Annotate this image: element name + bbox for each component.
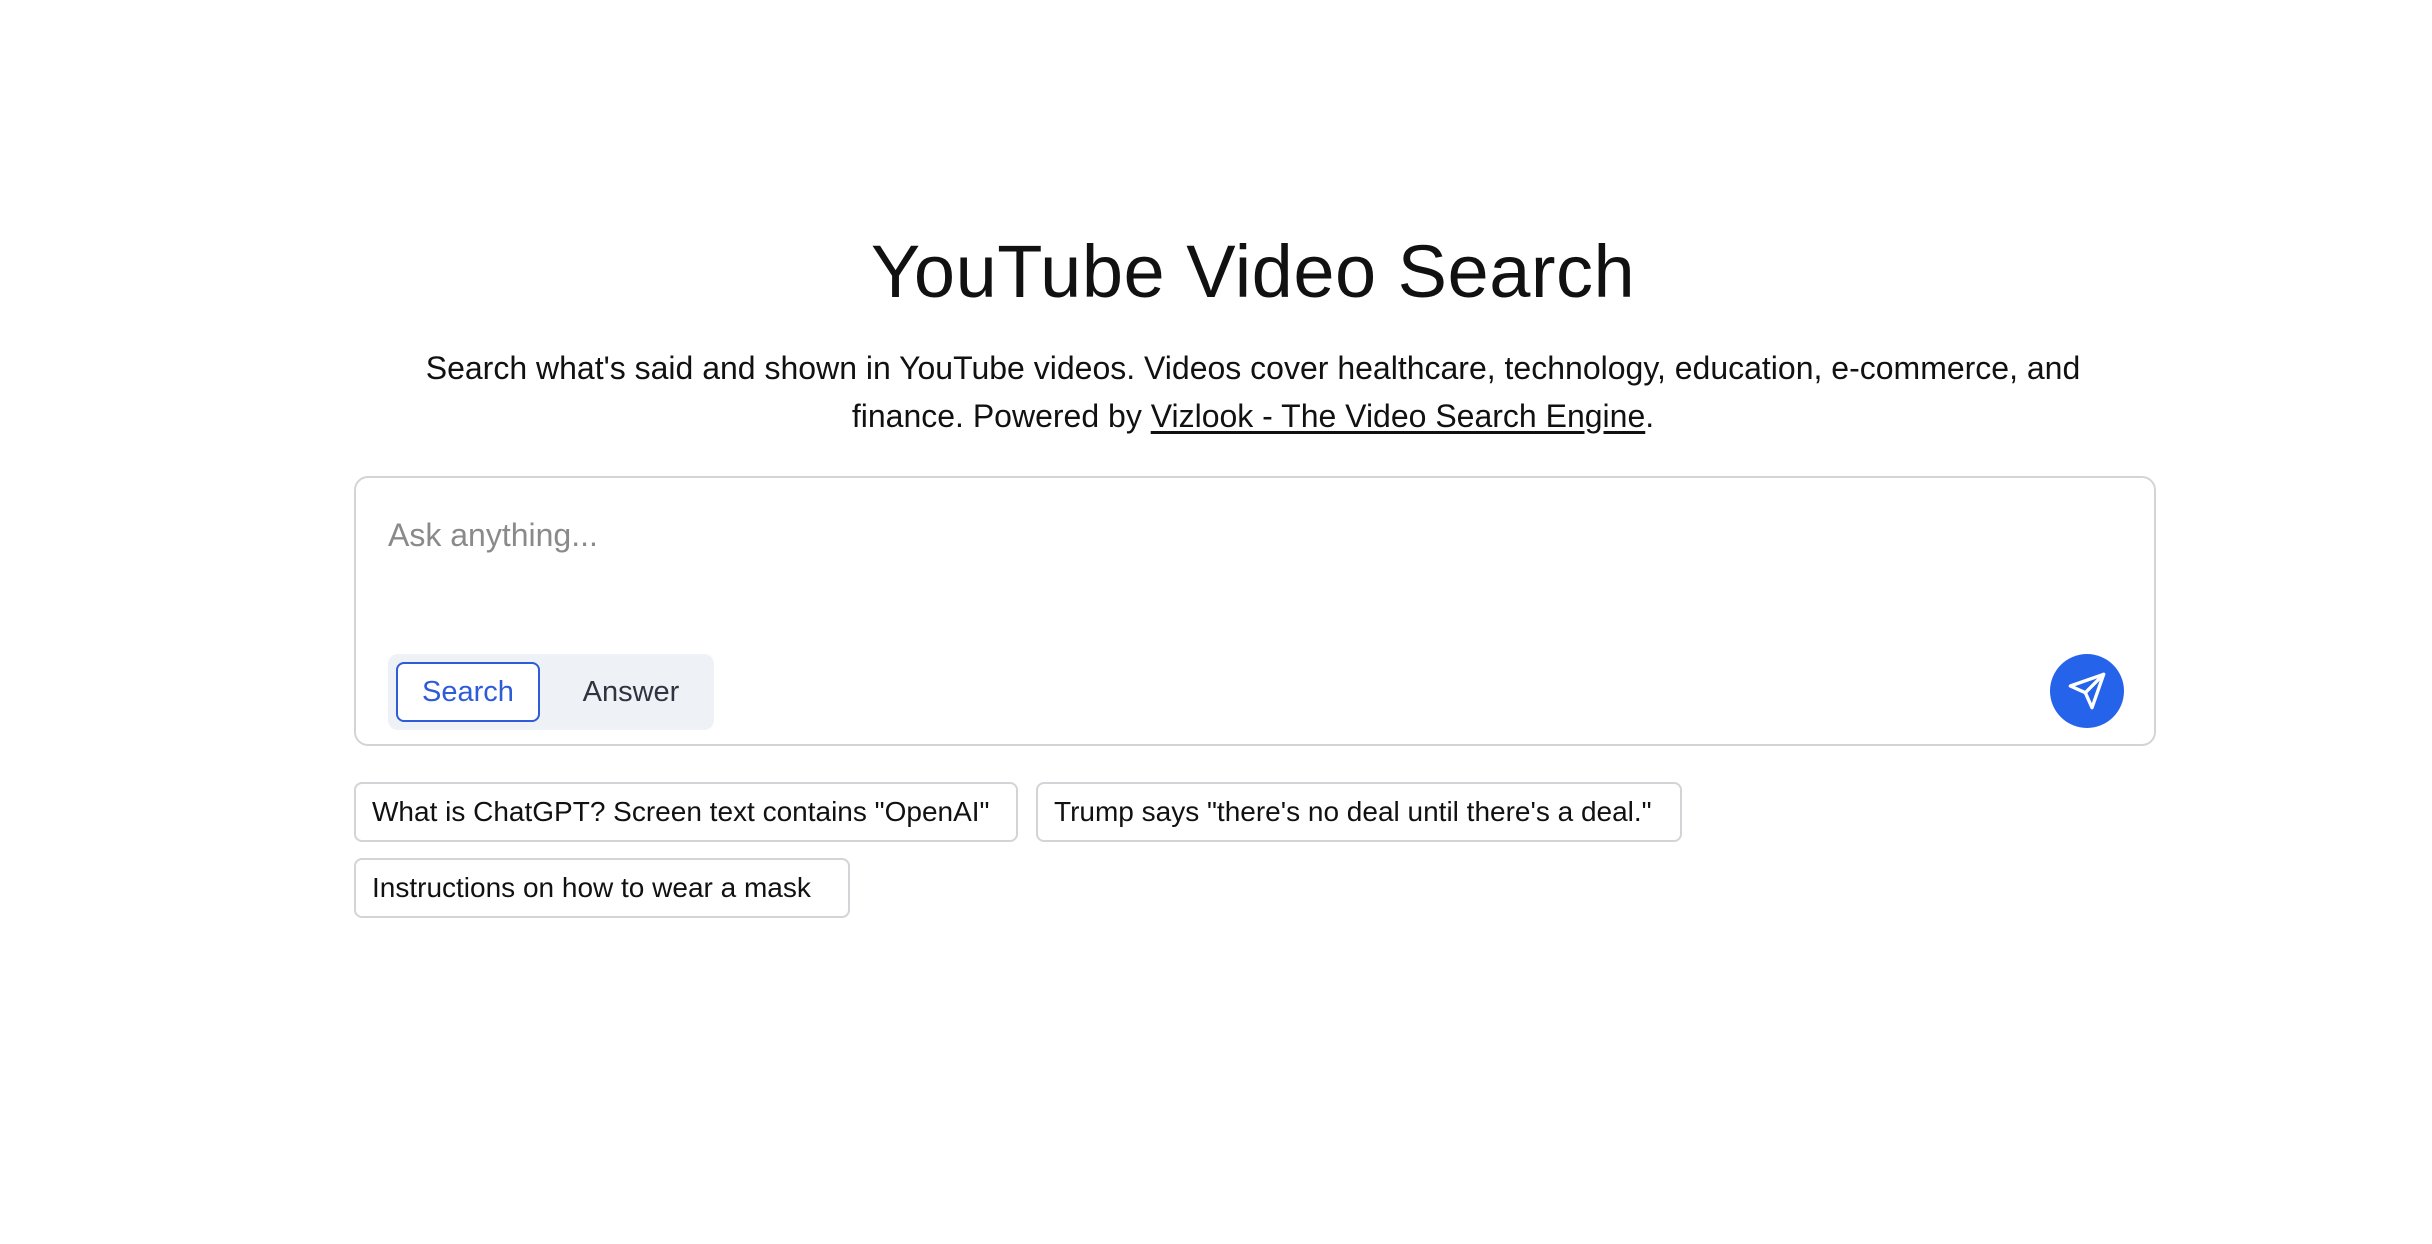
- vizlook-link[interactable]: Vizlook - The Video Search Engine: [1151, 398, 1646, 434]
- send-icon: [2068, 672, 2106, 710]
- page-subtitle: Search what's said and shown in YouTube …: [390, 344, 2116, 440]
- subtitle-end: .: [1645, 398, 1655, 434]
- query-input[interactable]: [386, 504, 2090, 566]
- search-box: Search Answer: [354, 476, 2156, 746]
- suggestion-chip-chatgpt[interactable]: What is ChatGPT? Screen text contains "O…: [354, 782, 1018, 842]
- page-title: YouTube Video Search: [870, 230, 1636, 313]
- suggestion-chip-trump[interactable]: Trump says "there's no deal until there'…: [1036, 782, 1682, 842]
- suggestion-chip-mask[interactable]: Instructions on how to wear a mask: [354, 858, 850, 918]
- search-mode-button[interactable]: Search: [396, 662, 540, 722]
- page: YouTube Video Search Search what's said …: [0, 0, 2432, 1244]
- mode-toggle: Search Answer: [388, 654, 714, 730]
- send-button[interactable]: [2050, 654, 2124, 728]
- answer-mode-button[interactable]: Answer: [556, 662, 706, 722]
